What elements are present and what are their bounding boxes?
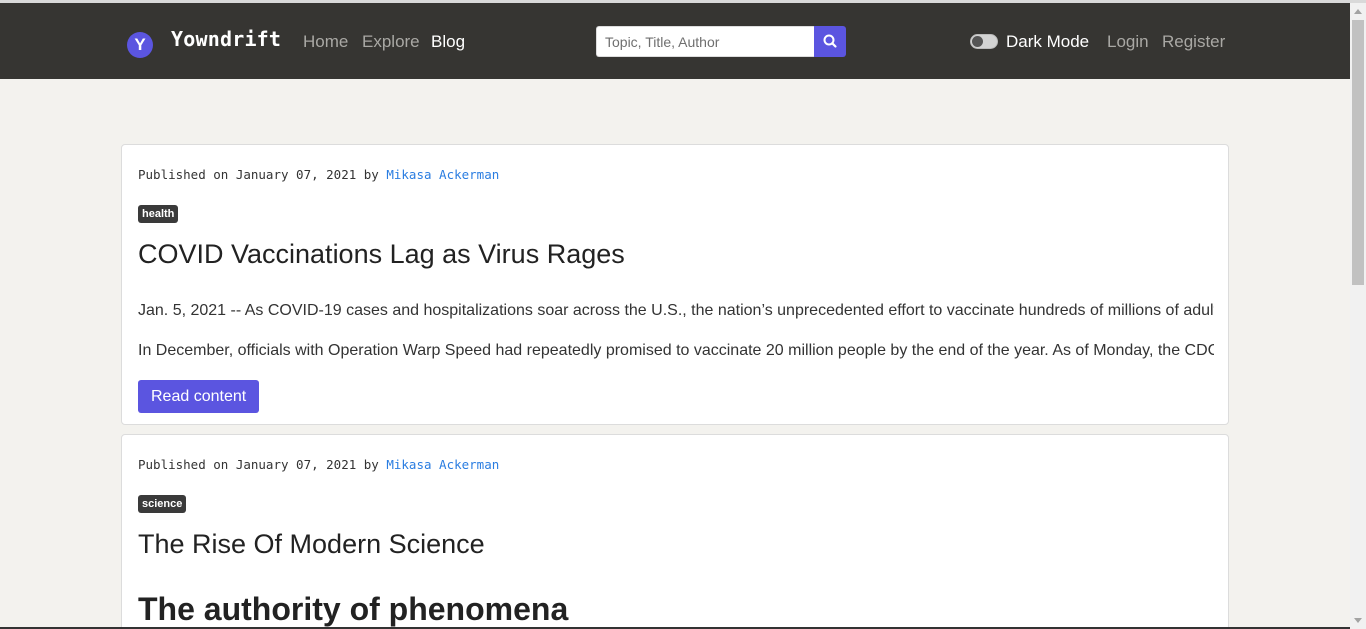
dark-mode-label: Dark Mode: [1006, 32, 1090, 51]
post-paragraph: Jan. 5, 2021 -- As COVID-19 cases and ho…: [138, 302, 1214, 319]
tag-badge[interactable]: health: [138, 205, 179, 223]
post-meta-prefix: Published on January 07, 2021 by: [138, 457, 379, 472]
dark-mode-toggle[interactable]: [970, 34, 998, 49]
author-link[interactable]: Mikasa Ackerman: [386, 457, 499, 472]
login-link[interactable]: Login: [1107, 32, 1149, 52]
navbar: Y Yowndrift Home Explore Blog Dark Mode …: [0, 3, 1350, 79]
page-scrollbar[interactable]: [1350, 3, 1366, 629]
post-title: The Rise Of Modern Science: [138, 529, 485, 559]
search-button[interactable]: [814, 26, 846, 57]
post-title: COVID Vaccinations Lag as Virus Rages: [138, 239, 625, 269]
scroll-down-arrow-icon[interactable]: [1354, 618, 1362, 623]
scroll-up-arrow-icon[interactable]: [1354, 9, 1362, 14]
brand-name[interactable]: Yowndrift: [171, 27, 281, 51]
brand-logo[interactable]: Y: [127, 32, 153, 58]
toggle-knob: [972, 36, 983, 47]
nav-link-blog[interactable]: Blog: [431, 32, 465, 52]
search-input[interactable]: [596, 26, 815, 57]
post-paragraph: In December, officials with Operation Wa…: [138, 342, 1214, 359]
nav-link-home[interactable]: Home: [303, 32, 348, 52]
nav-link-explore[interactable]: Explore: [362, 32, 420, 52]
register-link[interactable]: Register: [1162, 32, 1225, 52]
post-meta: Published on January 07, 2021 by Mikasa …: [138, 457, 499, 472]
tag-badge[interactable]: science: [138, 495, 187, 513]
search-icon: [823, 34, 837, 48]
post-meta-prefix: Published on January 07, 2021 by: [138, 167, 379, 182]
post-card: Published on January 07, 2021 by Mikasa …: [121, 144, 1229, 425]
post-meta: Published on January 07, 2021 by Mikasa …: [138, 167, 499, 182]
scrollbar-thumb[interactable]: [1352, 20, 1364, 285]
post-card: Published on January 07, 2021 by Mikasa …: [121, 434, 1229, 629]
post-subheading: The authority of phenomena: [138, 591, 569, 627]
read-content-button[interactable]: Read content: [138, 380, 260, 413]
author-link[interactable]: Mikasa Ackerman: [386, 167, 499, 182]
